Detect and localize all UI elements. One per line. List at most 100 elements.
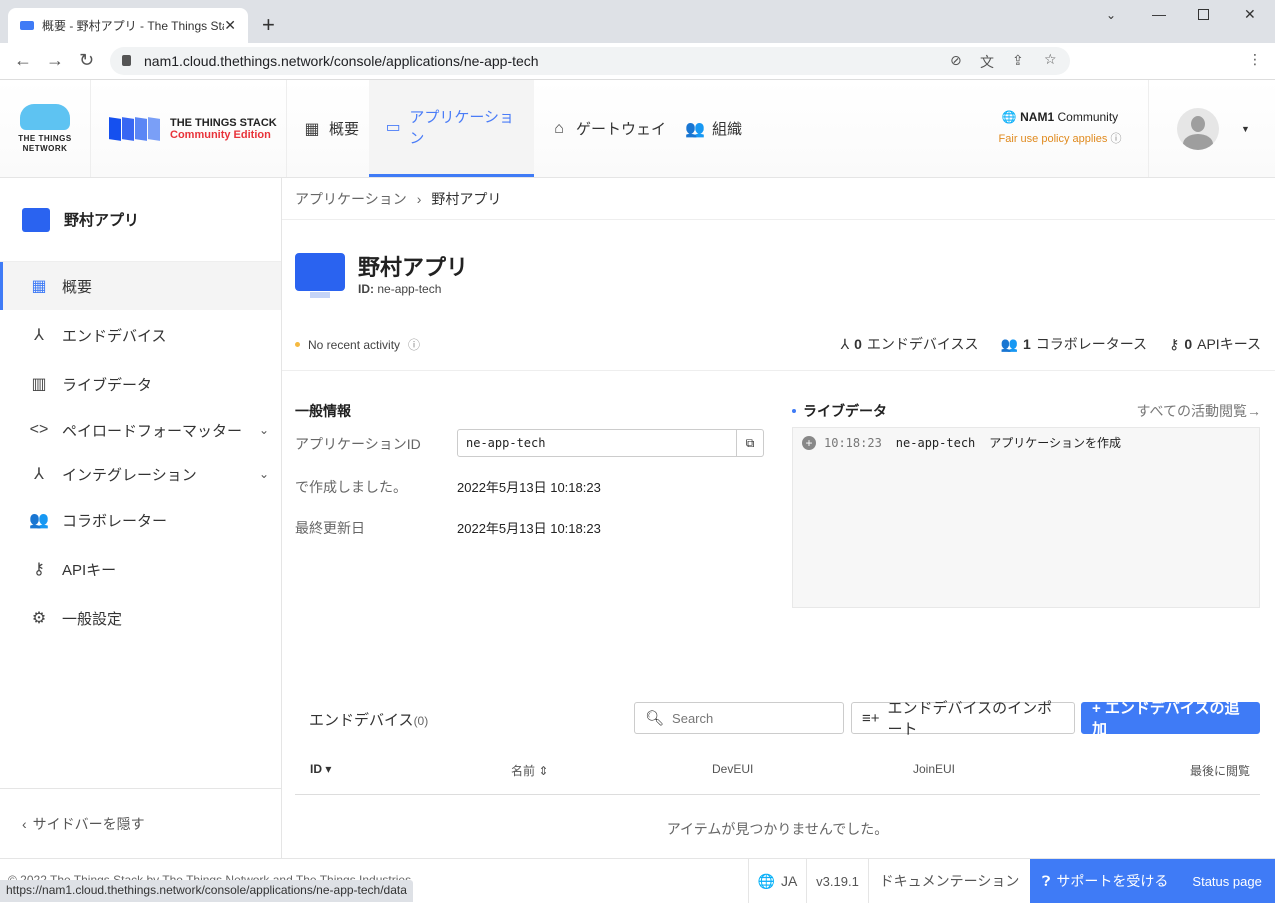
ttn-logo-text: THE THINGS NETWORK [18, 134, 72, 153]
stat-count: 1 [1022, 336, 1031, 352]
translate-icon[interactable]: 文 [980, 52, 994, 72]
fair-use-link[interactable]: Fair use policy applies [999, 133, 1108, 145]
sidebar-app-name: 野村アプリ [64, 212, 140, 229]
event-row[interactable]: + 10:18:23 ne-app-tech アプリケーションを作成 [793, 428, 1259, 457]
see-all-activity-link[interactable]: すべての活動閲覧→ [1137, 401, 1261, 421]
end-devices-count: (0) [413, 714, 429, 728]
url-bar[interactable]: nam1.cloud.thethings.network/console/app… [110, 47, 1070, 75]
breadcrumb-applications[interactable]: アプリケーション [295, 189, 407, 209]
share-icon[interactable]: ⇪ [1012, 52, 1024, 69]
breadcrumb-current: 野村アプリ [431, 190, 502, 207]
empty-table-message: アイテムが見つかりませんでした。 [666, 821, 889, 837]
end-devices-title: エンドデバイス(0) [309, 709, 428, 730]
column-last-seen: 最後に閲覧 [1189, 764, 1250, 778]
address-bar-row: ← → ↻ nam1.cloud.thethings.network/conso… [0, 43, 1275, 80]
live-data-heading: ライブデータ [792, 401, 887, 421]
cluster-type: Community [1057, 110, 1119, 124]
sidebar-item-live-data[interactable]: ▥ ライブデータ [0, 360, 281, 408]
blocked-icon[interactable]: ⊘ [950, 52, 962, 69]
nav-organizations[interactable]: 👥 組織 [670, 80, 758, 177]
nav-label: 概要 [329, 121, 360, 138]
create-event-icon: + [802, 435, 816, 450]
profile-dropdown[interactable]: ▼ [1148, 80, 1275, 177]
event-text: アプリケーションを作成 [989, 436, 1122, 450]
merge-icon: ⅄ [34, 466, 44, 483]
maximize-icon[interactable] [1198, 9, 1209, 20]
support-section: ❓︎ サポートを受ける Status page [1030, 859, 1275, 903]
end-devices-title-text: エンドデバイス [309, 712, 414, 729]
code-icon: <> [29, 421, 49, 438]
page-title: 野村アプリ [358, 255, 469, 280]
forward-icon[interactable]: → [46, 50, 64, 71]
column-label: ID [310, 762, 322, 776]
support-button[interactable]: ❓︎ サポートを受ける [1042, 871, 1168, 891]
version: v3.19.1 [806, 859, 868, 903]
sidebar-item-collaborators[interactable]: 👥 コラボレーター [0, 496, 281, 544]
group-icon: 👥 [685, 120, 705, 138]
sort-icon: ⇕ [538, 764, 549, 778]
menu-icon[interactable]: ⋮ [1248, 51, 1262, 68]
id-value: ne-app-tech [377, 282, 442, 296]
browser-tab[interactable]: 概要 - 野村アプリ - The Things Sta ✕ [8, 8, 248, 43]
star-icon[interactable]: ☆ [1044, 51, 1057, 68]
sidebar-item-integrations[interactable]: ⅄ インテグレーション ⌄ [0, 450, 281, 498]
stat-end-devices[interactable]: ⅄ 0 エンドデバイスス [841, 334, 979, 354]
sidebar-item-general-settings[interactable]: ⚙ 一般設定 [0, 594, 281, 642]
search-input[interactable]: 🔍︎ Search [634, 702, 844, 734]
new-tab-icon[interactable]: + [262, 12, 275, 38]
sidebar-item-api-keys[interactable]: ⚷ APIキー [0, 545, 281, 593]
chevron-down-icon[interactable]: ⌄ [1106, 8, 1116, 22]
close-window-icon[interactable]: ✕ [1244, 6, 1256, 23]
copy-icon[interactable]: ⧉ [736, 430, 763, 456]
key-icon: ⚷ [33, 561, 45, 578]
live-data-panel: + 10:18:23 ne-app-tech アプリケーションを作成 [792, 427, 1260, 608]
nav-applications[interactable]: ▭ アプリケーション [369, 80, 534, 177]
reload-icon[interactable]: ↻ [79, 50, 94, 71]
sidebar-item-label: コラボレーター [62, 512, 168, 530]
playlist-add-icon: ≡+ [862, 709, 880, 727]
browser-status-bar: https://nam1.cloud.thethings.network/con… [0, 880, 413, 902]
hide-sidebar-button[interactable]: ‹ サイドバーを隠す [22, 814, 145, 834]
sidebar-item-payload-formatters[interactable]: <> ペイロードフォーマッター ⌄ [0, 406, 281, 454]
app-id-field[interactable]: ne-app-tech ⧉ [457, 429, 764, 457]
column-id[interactable]: ID ▾ [310, 762, 331, 776]
import-end-devices-button[interactable]: ≡+ エンドデバイスのインポート [851, 700, 1075, 738]
browser-tab-bar: 概要 - 野村アプリ - The Things Sta ✕ + ⌄ — ✕ [0, 0, 1275, 43]
language-label: JA [781, 873, 798, 889]
updated-label: 最終更新日 [295, 520, 365, 536]
sidebar-item-overview[interactable]: ▦ 概要 [0, 262, 281, 310]
updated-value: 2022年5月13日 10:18:23 [457, 521, 601, 536]
ttn-logo[interactable]: THE THINGS NETWORK [0, 80, 91, 177]
minimize-icon[interactable]: — [1152, 6, 1166, 22]
documentation-link[interactable]: ドキュメンテーション [868, 859, 1030, 903]
globe-icon: 🌐 [757, 872, 776, 889]
device-hub-icon: ⅄ [840, 335, 850, 352]
add-end-device-button[interactable]: + エンドデバイスの追加 [1081, 700, 1260, 738]
status-page-link[interactable]: Status page [1192, 874, 1261, 889]
status-dot-icon [295, 342, 300, 347]
sidebar-item-label: エンドデバイス [62, 327, 167, 345]
general-info-heading: 一般情報 [295, 403, 351, 419]
live-dot-icon [792, 409, 796, 413]
globe-icon: 🌐 [1001, 110, 1017, 124]
created-label: で作成しました。 [295, 479, 407, 495]
application-icon: ▭ [385, 119, 401, 136]
sidebar-item-label: 一般設定 [62, 610, 123, 628]
stat-api-keys[interactable]: ⚷ 0 APIキース [1169, 334, 1261, 354]
nav-gateways[interactable]: ⌂ ゲートウェイ [534, 80, 682, 177]
search-placeholder: Search [672, 710, 714, 726]
cluster-info[interactable]: 🌐 NAM1 Community Fair use policy applies… [985, 110, 1135, 146]
stat-collaborators[interactable]: 👥 1 コラボレータース [1001, 334, 1148, 354]
close-tab-icon[interactable]: ✕ [224, 17, 236, 34]
id-label: ID: [358, 282, 374, 296]
column-deveui: DevEUI [712, 762, 754, 776]
stack-logo[interactable]: THE THINGS STACK Community Edition [91, 80, 287, 177]
stack-logo-icon [109, 116, 160, 141]
divider [0, 788, 281, 789]
back-icon[interactable]: ← [14, 50, 32, 71]
column-name[interactable]: 名前 ⇕ [511, 762, 548, 779]
language-selector[interactable]: 🌐 JA [748, 859, 806, 903]
url-text: nam1.cloud.thethings.network/console/app… [144, 53, 539, 69]
nav-overview[interactable]: ▦ 概要 [287, 80, 375, 177]
sidebar-item-end-devices[interactable]: ⅄ エンドデバイス [0, 311, 281, 359]
